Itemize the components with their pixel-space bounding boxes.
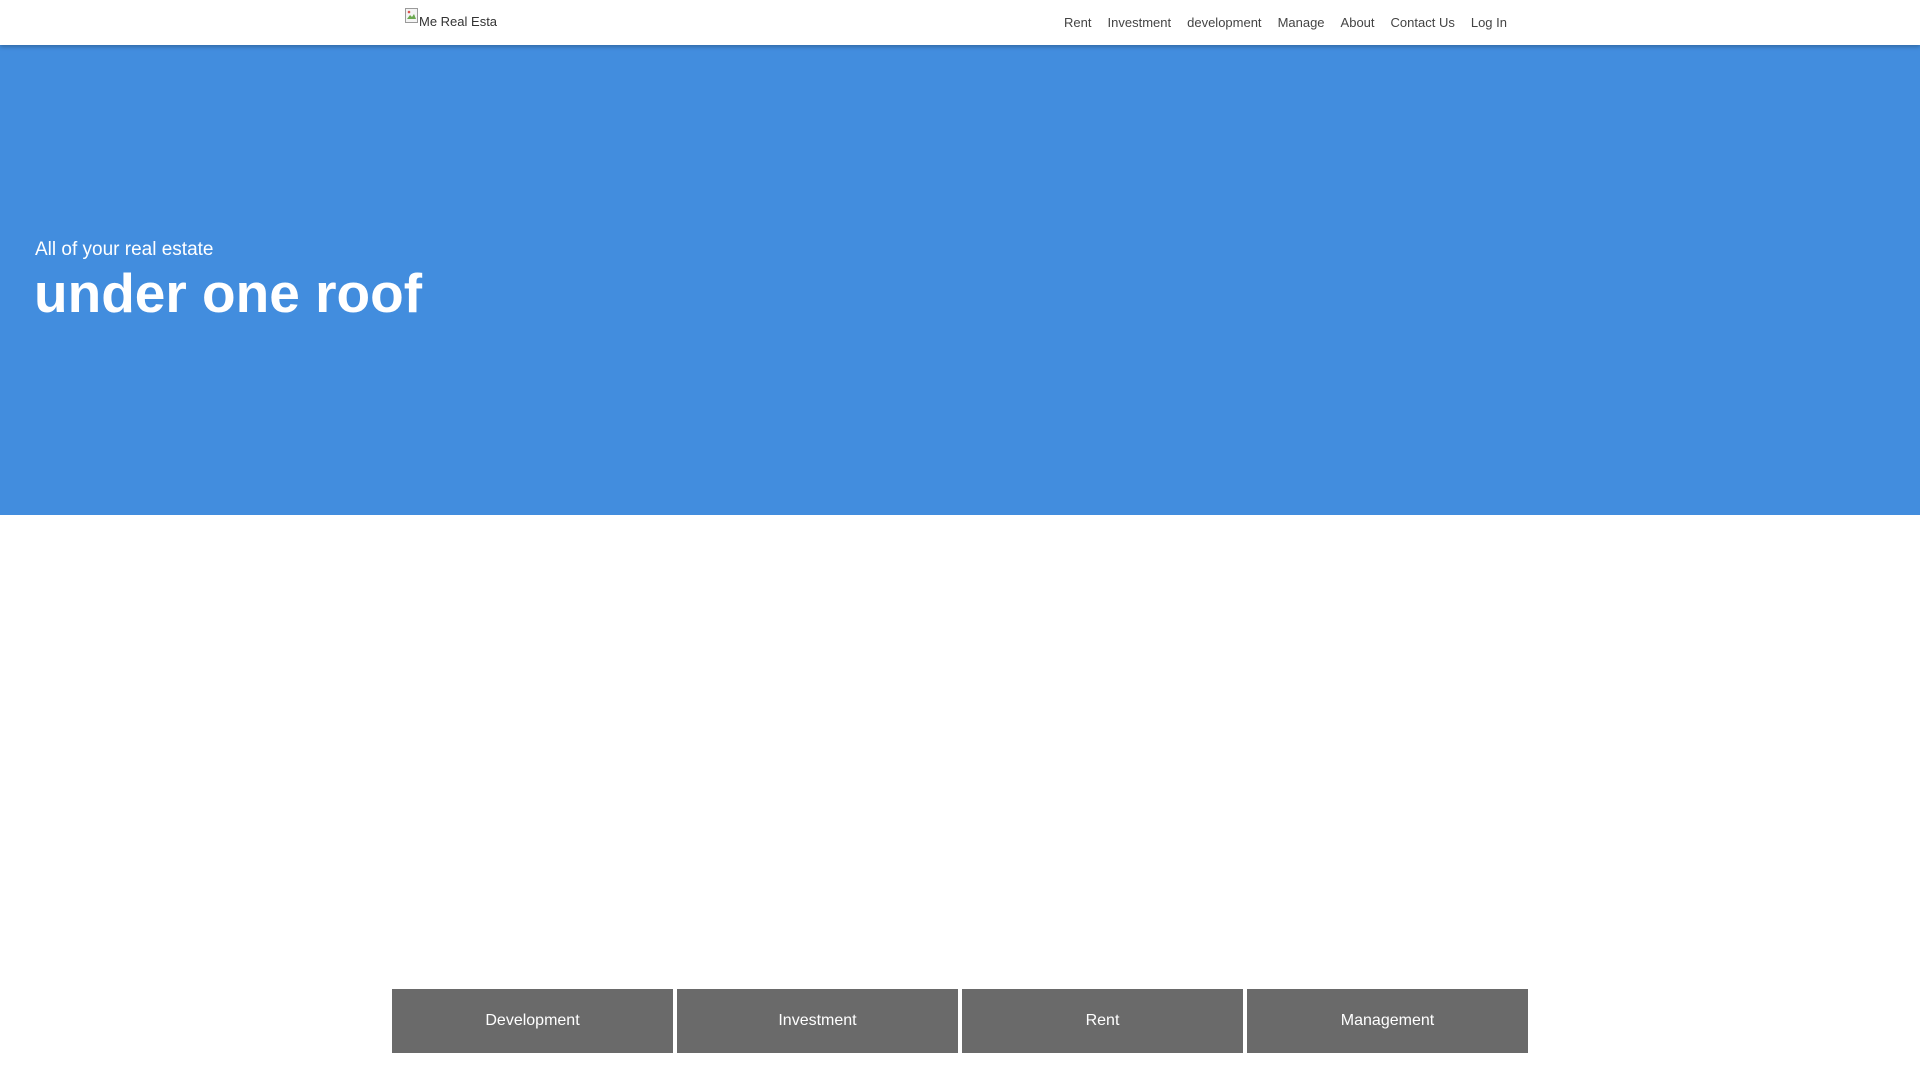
services-bar: Development Investment Rent Management <box>392 989 1528 1053</box>
logo-link[interactable]: Me Real Esta <box>405 8 497 29</box>
nav-link-log-in[interactable]: Log In <box>1471 15 1507 30</box>
nav-link-contact-us[interactable]: Contact Us <box>1391 15 1455 30</box>
hero-banner: All of your real estate under one roof <box>0 45 1920 515</box>
service-button-development[interactable]: Development <box>392 989 673 1053</box>
service-button-rent[interactable]: Rent <box>962 989 1243 1053</box>
main-nav: Rent Investment development Manage About… <box>1064 0 1507 45</box>
service-button-management[interactable]: Management <box>1247 989 1528 1053</box>
nav-link-investment[interactable]: Investment <box>1108 15 1172 30</box>
service-button-investment[interactable]: Investment <box>677 989 958 1053</box>
nav-link-about[interactable]: About <box>1341 15 1375 30</box>
nav-link-development[interactable]: development <box>1187 15 1261 30</box>
nav-link-manage[interactable]: Manage <box>1278 15 1325 30</box>
hero-title: under one roof <box>34 262 423 324</box>
broken-image-icon <box>405 8 421 24</box>
site-header: Me Real Esta Rent Investment development… <box>0 0 1920 45</box>
nav-link-rent[interactable]: Rent <box>1064 15 1091 30</box>
hero-subtitle: All of your real estate <box>35 239 214 260</box>
logo-alt-text: Me Real Esta <box>419 14 498 29</box>
